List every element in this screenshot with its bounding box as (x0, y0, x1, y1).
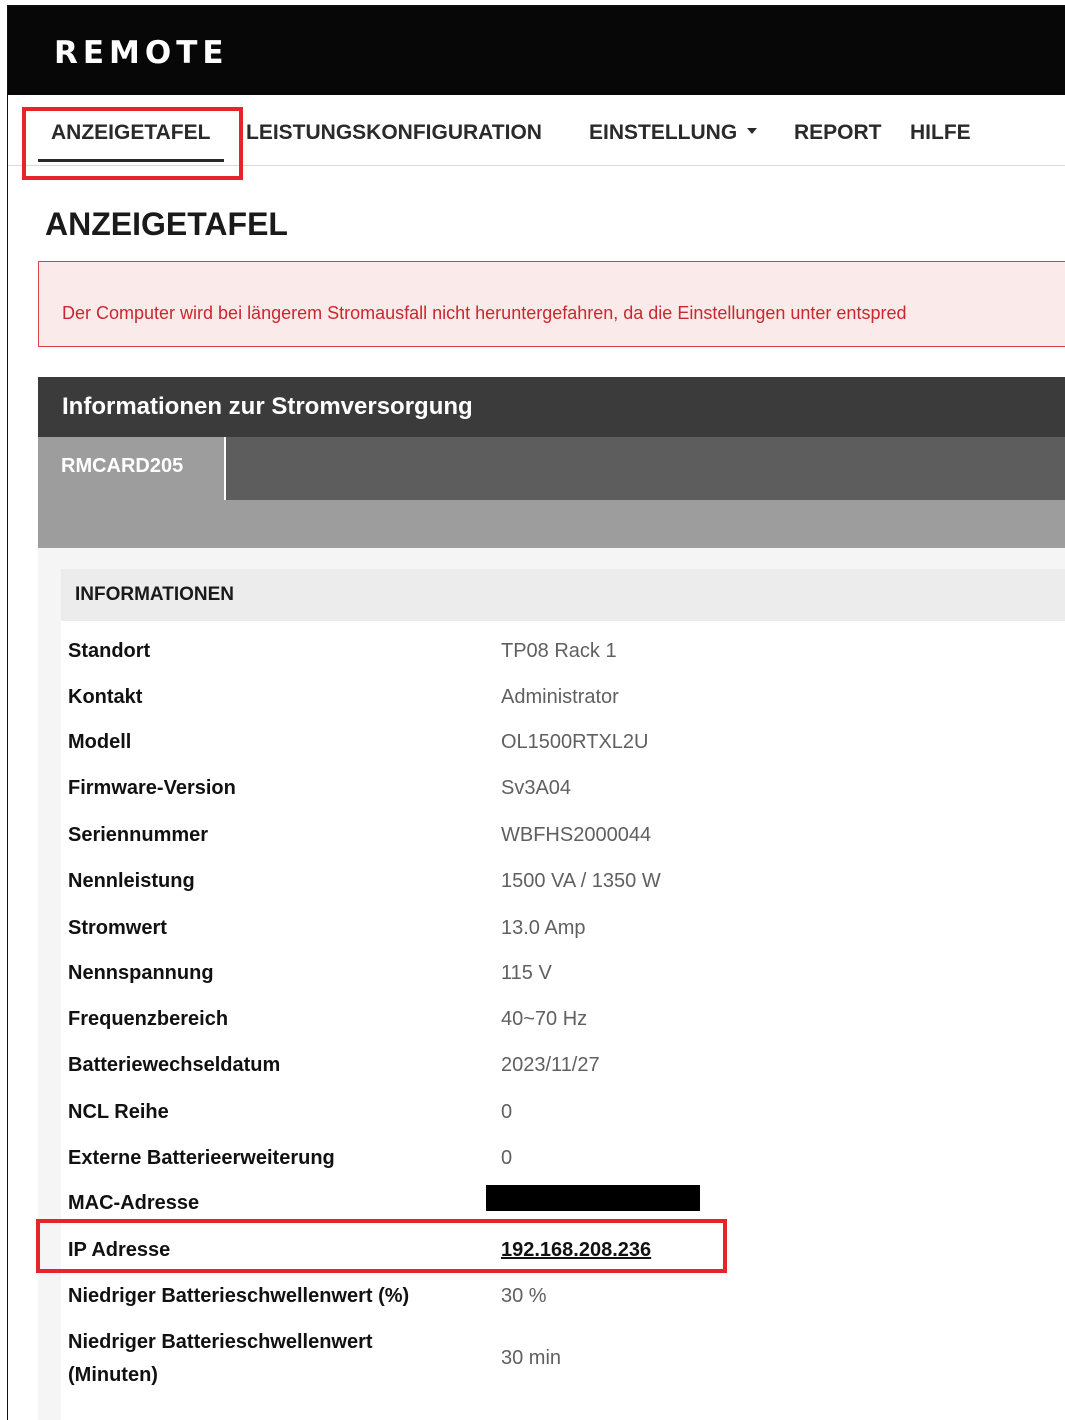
row-label: Externe Batterieerweiterung (68, 1147, 335, 1169)
row-value: OL1500RTXL2U (501, 731, 649, 753)
row-value: 2023/11/27 (501, 1054, 600, 1076)
row-label: MAC-Adresse (68, 1192, 200, 1214)
row-label: Modell (68, 731, 132, 753)
row-value: 13.0 Amp (501, 917, 586, 939)
info-heading: INFORMATIONEN (75, 584, 235, 605)
brand-bar: REMOTE (8, 6, 1065, 95)
info-heading-bar: INFORMATIONEN (61, 569, 1065, 621)
row-label: IP Adresse (68, 1239, 171, 1261)
chevron-down-icon (747, 128, 758, 135)
nav-item-report[interactable]: REPORT (794, 121, 882, 145)
row-value: WBFHS2000044 (501, 824, 652, 846)
panel-title: Informationen zur Stromversorgung (62, 393, 473, 420)
row-value: TP08 Rack 1 (501, 640, 617, 662)
tab-label: RMCARD205 (61, 455, 184, 477)
row-label: Firmware-Version (68, 777, 236, 799)
row-label: Niedriger Batterieschwellenwert (%) (68, 1285, 410, 1307)
nav-item-anzeigetafel[interactable]: ANZEIGETAFEL (51, 121, 210, 145)
nav-item-einstellung-label: EINSTELLUNG (589, 121, 738, 144)
row-value: 40~70 Hz (501, 1008, 588, 1030)
row-label: Nennspannung (68, 962, 214, 984)
row-label: Frequenzbereich (68, 1008, 229, 1030)
row-value: 30 min (501, 1347, 562, 1369)
redacted-mac-value (486, 1185, 700, 1211)
row-label-line1: Niedriger Batterieschwellenwert (68, 1331, 373, 1353)
row-label: Batteriewechseldatum (68, 1054, 281, 1076)
row-value: 0 (501, 1147, 513, 1169)
row-label: Seriennummer (68, 824, 209, 846)
row-value: Sv3A04 (501, 777, 572, 799)
nav-active-indicator (38, 159, 224, 162)
alert-text: Der Computer wird bei längerem Stromausf… (62, 303, 907, 323)
device-tab-bar: RMCARD205 (38, 437, 1065, 500)
nav-item-hilfe[interactable]: HILFE (910, 121, 971, 145)
row-value: 30 % (501, 1285, 547, 1307)
row-value: 0 (501, 1101, 513, 1123)
nav-item-leistungskonfiguration[interactable]: LEISTUNGSKONFIGURATION (246, 121, 542, 145)
tab-rmcard205[interactable]: RMCARD205 (38, 437, 226, 500)
tab-subbar (38, 500, 1065, 548)
page-title: ANZEIGETAFEL (45, 206, 288, 242)
row-label: Stromwert (68, 917, 167, 939)
brand-logo: REMOTE (54, 35, 229, 71)
row-value: Administrator (501, 686, 619, 708)
row-value: 1500 VA / 1350 W (501, 870, 661, 892)
app-frame: REMOTE ANZEIGETAFEL LEISTUNGSKONFIGURATI… (7, 5, 1065, 1420)
row-label: Standort (68, 640, 151, 662)
row-label: Nennleistung (68, 870, 195, 892)
ip-address-link[interactable]: 192.168.208.236 (501, 1235, 651, 1265)
row-value: 115 V (501, 962, 552, 984)
row-label-line2: (Minuten) (68, 1364, 158, 1386)
main-nav: ANZEIGETAFEL LEISTUNGSKONFIGURATION EINS… (8, 95, 1065, 166)
row-label: Kontakt (68, 686, 143, 708)
nav-item-einstellung[interactable]: EINSTELLUNG (589, 121, 758, 145)
power-info-panel: Informationen zur Stromversorgung RMCARD… (38, 377, 1065, 1420)
info-card: INFORMATIONEN Standort TP08 Rack 1 Konta… (61, 569, 1065, 1420)
alert-banner: Der Computer wird bei längerem Stromausf… (38, 261, 1065, 347)
row-label: NCL Reihe (68, 1101, 169, 1123)
panel-header: Informationen zur Stromversorgung (38, 377, 1065, 437)
